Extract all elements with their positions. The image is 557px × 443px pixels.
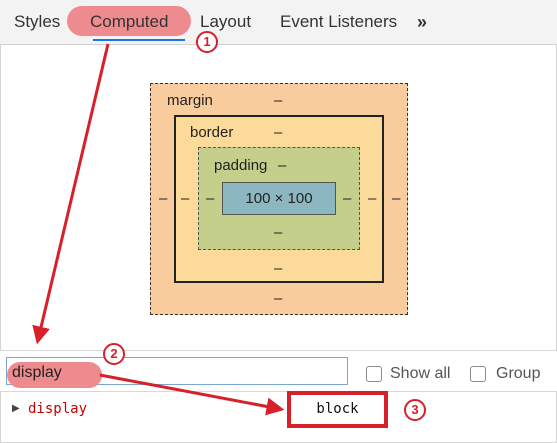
margin-bottom-value[interactable]: – bbox=[274, 290, 282, 307]
margin-top-value[interactable]: – bbox=[274, 92, 282, 109]
filter-input-value[interactable]: display bbox=[12, 364, 62, 382]
active-tab-underline bbox=[93, 39, 185, 41]
padding-label: padding bbox=[214, 157, 268, 174]
border-label: border bbox=[190, 124, 234, 141]
box-model-content[interactable]: 100 × 100 bbox=[222, 182, 336, 215]
show-all-label[interactable]: Show all bbox=[390, 365, 450, 383]
step-2-badge: 2 bbox=[103, 343, 125, 365]
step-1-badge: 1 bbox=[196, 31, 218, 53]
step-3-badge: 3 bbox=[404, 399, 426, 421]
tab-styles[interactable]: Styles bbox=[14, 11, 60, 33]
border-right-value[interactable]: – bbox=[368, 190, 376, 207]
padding-bottom-value[interactable]: – bbox=[274, 224, 282, 241]
border-top-value[interactable]: – bbox=[274, 124, 282, 141]
tab-computed[interactable]: Computed bbox=[90, 11, 168, 33]
more-tabs-chevron-icon[interactable]: » bbox=[417, 11, 427, 33]
show-all-checkbox[interactable] bbox=[366, 366, 382, 382]
margin-right-value[interactable]: – bbox=[392, 190, 400, 207]
padding-top-value[interactable]: – bbox=[278, 157, 286, 174]
expand-triangle-icon[interactable]: ▶ bbox=[12, 403, 20, 414]
group-label[interactable]: Group bbox=[496, 365, 540, 383]
border-left-value[interactable]: – bbox=[181, 190, 189, 207]
group-checkbox[interactable] bbox=[470, 366, 486, 382]
property-name[interactable]: display bbox=[28, 401, 87, 417]
margin-left-value[interactable]: – bbox=[159, 190, 167, 207]
border-bottom-value[interactable]: – bbox=[274, 260, 282, 277]
margin-label: margin bbox=[167, 92, 213, 109]
padding-left-value[interactable]: – bbox=[206, 190, 214, 207]
tab-event-listeners[interactable]: Event Listeners bbox=[280, 11, 397, 33]
padding-right-value[interactable]: – bbox=[343, 190, 351, 207]
tab-layout[interactable]: Layout bbox=[200, 11, 251, 33]
property-value[interactable]: block bbox=[287, 401, 388, 417]
